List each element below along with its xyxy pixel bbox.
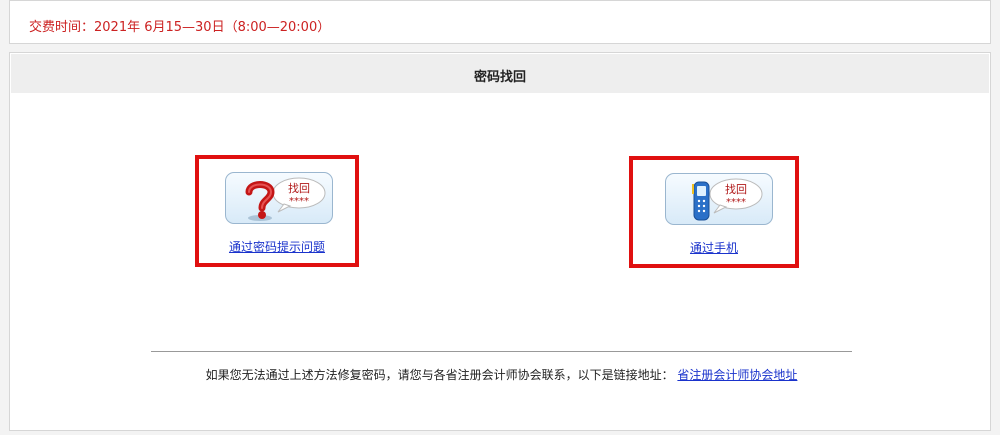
footer-text: 如果您无法通过上述方法修复密码，请您与各省注册会计师协会联系，以下是链接地址： xyxy=(205,368,674,382)
recover-by-question-option[interactable]: 找回 **** 通过密码提示问题 xyxy=(195,155,359,267)
bubble-text: 找回 xyxy=(288,181,310,195)
bubble-text: 找回 xyxy=(725,182,747,196)
bubble-stars: **** xyxy=(289,196,309,207)
footer-note: 如果您无法通过上述方法修复密码，请您与各省注册会计师协会联系，以下是链接地址： … xyxy=(151,366,852,383)
notice-bar: 交费时间：2021年 6月15—30日（8:00—20:00） xyxy=(9,0,991,44)
bubble-stars: **** xyxy=(726,197,746,208)
question-mark-icon[interactable]: 找回 **** xyxy=(225,172,333,224)
provincial-cpa-association-link[interactable]: 省注册会计师协会地址 xyxy=(677,368,797,382)
payment-time-notice: 交费时间：2021年 6月15—30日（8:00—20:00） xyxy=(29,20,331,35)
password-recovery-panel: 密码找回 找回 **** 通过密码提示问题 找回 **** 通过手机 如果您无法… xyxy=(9,52,991,431)
recover-by-phone-link[interactable]: 通过手机 xyxy=(633,239,795,256)
panel-title: 密码找回 xyxy=(473,70,526,85)
mobile-phone-icon[interactable]: 找回 **** xyxy=(665,173,773,225)
divider xyxy=(151,351,852,352)
recover-by-phone-option[interactable]: 找回 **** 通过手机 xyxy=(629,156,799,268)
recover-by-question-link[interactable]: 通过密码提示问题 xyxy=(199,238,355,255)
panel-header: 密码找回 xyxy=(11,54,989,93)
